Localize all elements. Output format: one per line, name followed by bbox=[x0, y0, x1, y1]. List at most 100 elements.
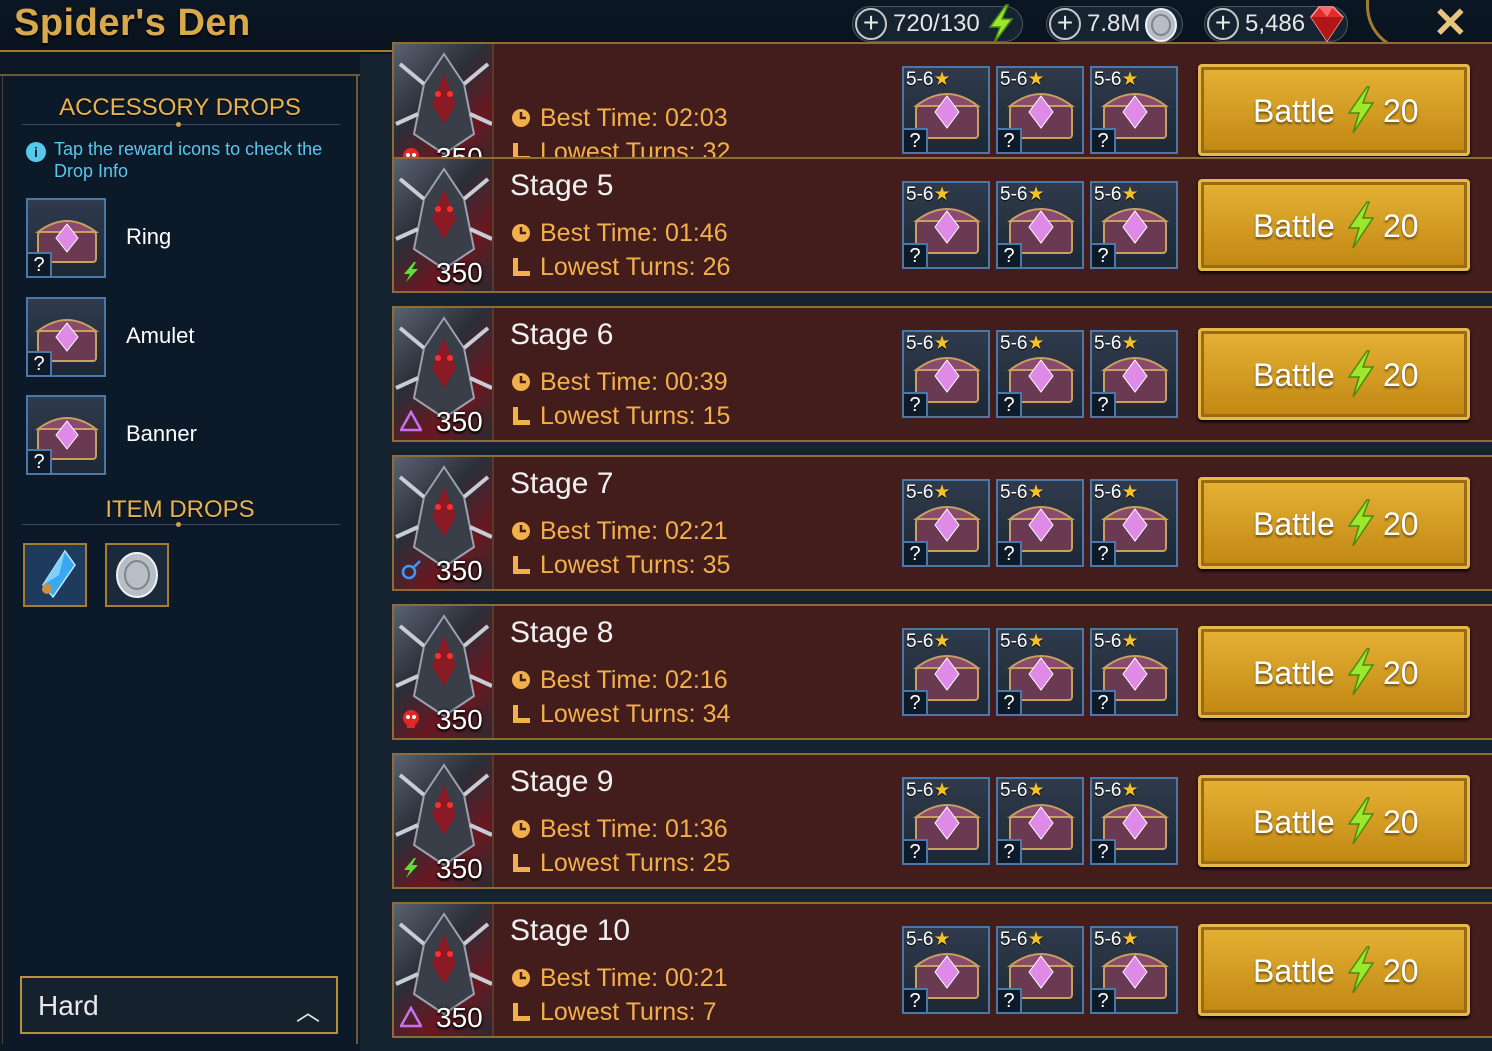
lowest-turns: Lowest Turns: 35 bbox=[510, 551, 730, 580]
star-icon: ★ bbox=[933, 631, 951, 652]
question-mark-badge: ? bbox=[26, 351, 52, 377]
page-title: Spider's Den bbox=[14, 2, 251, 44]
reward-chest[interactable]: 5-6★ ? bbox=[1090, 628, 1178, 716]
rank-value: 5-6 bbox=[906, 631, 934, 652]
lowest-turns-text: Lowest Turns: 7 bbox=[540, 998, 717, 1026]
energy-bolt-icon bbox=[1347, 946, 1375, 994]
item-drop-shard[interactable] bbox=[23, 543, 87, 607]
rank-value: 5-6 bbox=[1094, 184, 1122, 205]
rank-value: 5-6 bbox=[1000, 780, 1028, 801]
power-value: 350 bbox=[436, 257, 483, 288]
reward-chest[interactable]: 5-6★ ? bbox=[1090, 330, 1178, 418]
reward-chest[interactable]: 5-6★ ? bbox=[996, 479, 1084, 567]
silver-coin-icon bbox=[1145, 8, 1178, 42]
chest-slot[interactable]: ? bbox=[26, 198, 106, 278]
drop-info-text: Tap the reward icons to check the Drop I… bbox=[54, 139, 323, 181]
battle-button[interactable]: Battle 20 bbox=[1198, 924, 1470, 1016]
clock-icon bbox=[512, 820, 530, 838]
item-drop-silver[interactable] bbox=[105, 543, 169, 607]
boss-portrait: 350 bbox=[394, 606, 494, 738]
reward-chest[interactable]: 5-6★ ? bbox=[902, 330, 990, 418]
reward-chest[interactable]: 5-6★ ? bbox=[996, 777, 1084, 865]
star-icon: ★ bbox=[1027, 69, 1045, 90]
reward-chest[interactable]: 5-6★ ? bbox=[902, 479, 990, 567]
stage-name: Stage 8 bbox=[510, 616, 614, 649]
reward-chest[interactable]: 5-6★ ? bbox=[902, 181, 990, 269]
power-value: 350 bbox=[436, 406, 483, 437]
add-energy-button[interactable]: + bbox=[855, 8, 887, 40]
add-gems-button[interactable]: + bbox=[1207, 8, 1239, 40]
power-value: 350 bbox=[436, 555, 483, 586]
accessory-drop-amulet[interactable]: ? Amulet bbox=[26, 297, 326, 377]
battle-button[interactable]: Battle 20 bbox=[1198, 179, 1470, 271]
close-button[interactable]: ✕ bbox=[1433, 0, 1468, 46]
lowest-turns: Lowest Turns: 26 bbox=[510, 253, 730, 282]
reward-chest[interactable]: 5-6★ ? bbox=[902, 628, 990, 716]
stage-row[interactable]: 350 Stage 5 Best Time: 01:46 Lowest Turn… bbox=[392, 157, 1492, 293]
lowest-turns: Lowest Turns: 34 bbox=[510, 700, 730, 729]
difficulty-select[interactable]: Hard ︿ bbox=[20, 976, 338, 1034]
battle-button[interactable]: Battle 20 bbox=[1198, 626, 1470, 718]
rank-value: 5-6 bbox=[1000, 482, 1028, 503]
reward-chest[interactable]: 5-6★ ? bbox=[996, 330, 1084, 418]
chest-slot[interactable]: ? bbox=[26, 297, 106, 377]
reward-chest[interactable]: 5-6★ ? bbox=[1090, 479, 1178, 567]
question-mark-badge: ? bbox=[1090, 128, 1116, 154]
lowest-turns: Lowest Turns: 15 bbox=[510, 402, 730, 431]
chest-slot[interactable]: ? bbox=[26, 395, 106, 475]
star-icon: ★ bbox=[1027, 184, 1045, 205]
battle-button[interactable]: Battle 20 bbox=[1198, 477, 1470, 569]
battle-button[interactable]: Battle 20 bbox=[1198, 775, 1470, 867]
reward-chest[interactable]: 5-6★ ? bbox=[996, 66, 1084, 154]
best-time: Best Time: 02:16 bbox=[510, 666, 728, 695]
accessory-drop-banner[interactable]: ? Banner bbox=[26, 395, 326, 475]
rank-label: 5-6★ bbox=[906, 68, 951, 91]
stage-list[interactable]: 350 Best Time: 02:03 Lowest Turns: 32 5-… bbox=[360, 42, 1492, 1051]
gems-counter: + 5,486 bbox=[1204, 6, 1349, 43]
reward-chest[interactable]: 5-6★ ? bbox=[996, 926, 1084, 1014]
stage-name: Stage 7 bbox=[510, 467, 614, 500]
energy-bolt-icon bbox=[1347, 201, 1375, 249]
reward-chest[interactable]: 5-6★ ? bbox=[1090, 777, 1178, 865]
reward-chest[interactable]: 5-6★ ? bbox=[1090, 926, 1178, 1014]
battle-button[interactable]: Battle 20 bbox=[1198, 328, 1470, 420]
question-mark-badge: ? bbox=[996, 392, 1022, 418]
reward-chest[interactable]: 5-6★ ? bbox=[902, 926, 990, 1014]
stage-row[interactable]: 350 Stage 8 Best Time: 02:16 Lowest Turn… bbox=[392, 604, 1492, 740]
add-silver-button[interactable]: + bbox=[1049, 8, 1081, 40]
star-icon: ★ bbox=[1027, 333, 1045, 354]
stage-row[interactable]: 350 Stage 7 Best Time: 02:21 Lowest Turn… bbox=[392, 455, 1492, 591]
reward-chest[interactable]: 5-6★ ? bbox=[1090, 66, 1178, 154]
reward-chest[interactable]: 5-6★ ? bbox=[902, 777, 990, 865]
rank-label: 5-6★ bbox=[1000, 928, 1045, 951]
rank-value: 5-6 bbox=[906, 69, 934, 90]
rank-value: 5-6 bbox=[1000, 69, 1028, 90]
void-affinity-icon bbox=[400, 410, 422, 432]
reward-chest[interactable]: 5-6★ ? bbox=[902, 66, 990, 154]
question-mark-badge: ? bbox=[1090, 243, 1116, 269]
turns-icon bbox=[513, 705, 530, 723]
stage-row[interactable]: 350 Stage 10 Best Time: 00:21 Lowest Tur… bbox=[392, 902, 1492, 1038]
rank-label: 5-6★ bbox=[906, 183, 951, 206]
energy-bolt-icon bbox=[1347, 797, 1375, 845]
info-icon: i bbox=[26, 142, 46, 162]
star-icon: ★ bbox=[1121, 780, 1139, 801]
star-icon: ★ bbox=[1027, 482, 1045, 503]
battle-label: Battle bbox=[1253, 93, 1335, 129]
reward-chest[interactable]: 5-6★ ? bbox=[996, 181, 1084, 269]
accessory-drop-ring[interactable]: ? Ring bbox=[26, 198, 326, 278]
rank-label: 5-6★ bbox=[1094, 481, 1139, 504]
reward-chest[interactable]: 5-6★ ? bbox=[1090, 181, 1178, 269]
star-icon: ★ bbox=[933, 333, 951, 354]
reward-chest[interactable]: 5-6★ ? bbox=[996, 628, 1084, 716]
question-mark-badge: ? bbox=[26, 252, 52, 278]
battle-button[interactable]: Battle 20 bbox=[1198, 64, 1470, 156]
battle-label: Battle bbox=[1253, 506, 1335, 542]
accessory-label: Banner bbox=[126, 421, 197, 446]
best-time: Best Time: 00:39 bbox=[510, 368, 728, 397]
stage-row[interactable]: 350 Stage 9 Best Time: 01:36 Lowest Turn… bbox=[392, 753, 1492, 889]
stage-row[interactable]: 350 Stage 6 Best Time: 00:39 Lowest Turn… bbox=[392, 306, 1492, 442]
energy-cost: 20 bbox=[1383, 804, 1419, 840]
star-icon: ★ bbox=[933, 780, 951, 801]
star-icon: ★ bbox=[1121, 482, 1139, 503]
